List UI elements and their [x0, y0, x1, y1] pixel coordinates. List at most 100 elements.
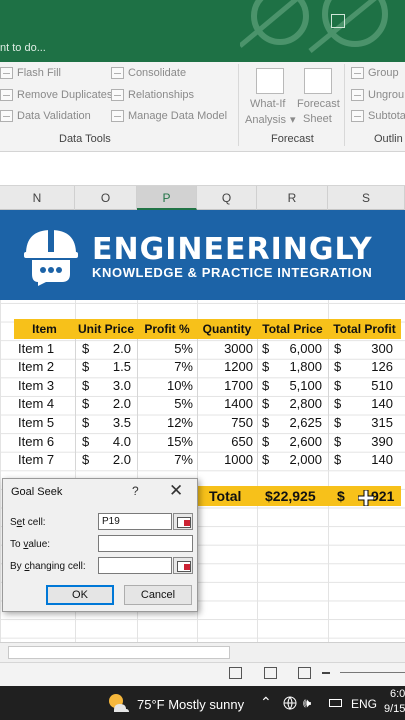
weather-text[interactable]: 75°F Mostly sunny [137, 697, 244, 712]
cell-pcur[interactable]: $ [334, 377, 348, 396]
zoom-out-icon[interactable] [322, 672, 330, 674]
cell-cur[interactable]: $ [82, 377, 96, 396]
cell-tprofit[interactable]: 126 [348, 358, 393, 377]
cell-tprofit[interactable]: 315 [348, 414, 393, 433]
column-header-n[interactable]: N [0, 186, 75, 210]
cell-cur[interactable]: $ [82, 358, 96, 377]
cell-tcur[interactable]: $ [262, 377, 276, 396]
to-value-input[interactable] [98, 535, 193, 552]
cell-qty[interactable]: 1400 [197, 395, 253, 414]
cell-price[interactable]: 3.5 [96, 414, 131, 433]
cell-pcur[interactable]: $ [334, 451, 348, 470]
manage-data-model-button[interactable]: Manage Data Model [111, 110, 227, 122]
column-header-o[interactable]: O [75, 186, 137, 210]
collapse-dialog-icon[interactable] [173, 557, 193, 574]
group-button[interactable]: Group [351, 67, 399, 79]
cell-price[interactable]: 2.0 [96, 451, 131, 470]
page-layout-icon[interactable] [264, 667, 277, 679]
cell-item[interactable]: Item 2 [18, 358, 75, 377]
cell-tcur[interactable]: $ [262, 451, 276, 470]
cell-pcur[interactable]: $ [334, 395, 348, 414]
cell-price[interactable]: 3.0 [96, 377, 131, 396]
cell-price[interactable]: 1.5 [96, 358, 131, 377]
cell-price[interactable]: 2.0 [96, 340, 131, 359]
cell-price[interactable]: 4.0 [96, 433, 131, 452]
cell-qty[interactable]: 1000 [197, 451, 253, 470]
cell-item[interactable]: Item 7 [18, 451, 75, 470]
cell-price[interactable]: 2.0 [96, 395, 131, 414]
scrollbar-track[interactable] [8, 646, 230, 659]
cell-profit[interactable]: 5% [137, 395, 193, 414]
cell-cur[interactable]: $ [82, 395, 96, 414]
remove-duplicates-button[interactable]: Remove Duplicates [0, 89, 112, 101]
cell-tprofit[interactable]: 390 [348, 433, 393, 452]
cell-total[interactable]: 2,625 [276, 414, 322, 433]
cell-item[interactable]: Item 3 [18, 377, 75, 396]
cell-total[interactable]: 6,000 [276, 340, 322, 359]
cell-tprofit[interactable]: 510 [348, 377, 393, 396]
cell-profit[interactable]: 12% [137, 414, 193, 433]
cell-qty[interactable]: 750 [197, 414, 253, 433]
cell-profit[interactable]: 10% [137, 377, 193, 396]
cell-cur[interactable]: $ [82, 451, 96, 470]
restore-window-icon[interactable] [331, 14, 345, 28]
what-if-analysis-button[interactable]: What-If [250, 98, 285, 110]
column-header-s[interactable]: S [328, 186, 405, 210]
cell-item[interactable]: Item 1 [18, 340, 75, 359]
cell-cur[interactable]: $ [82, 433, 96, 452]
cell-qty[interactable]: 1700 [197, 377, 253, 396]
help-icon[interactable]: ? [132, 484, 139, 498]
cell-profit[interactable]: 15% [137, 433, 193, 452]
cell-total[interactable]: 5,100 [276, 377, 322, 396]
cell-profit[interactable]: 7% [137, 358, 193, 377]
volume-icon[interactable]: 🕪 [303, 695, 311, 711]
ok-button[interactable]: OK [46, 585, 114, 605]
normal-view-icon[interactable] [229, 667, 242, 679]
cell-total[interactable]: 2,600 [276, 433, 322, 452]
network-globe-icon[interactable] [283, 696, 297, 710]
flash-fill-button[interactable]: Flash Fill [0, 67, 61, 79]
column-header-r[interactable]: R [257, 186, 328, 210]
relationships-button[interactable]: Relationships [111, 89, 194, 101]
collapse-dialog-icon[interactable] [173, 513, 193, 530]
cell-item[interactable]: Item 5 [18, 414, 75, 433]
clock-date[interactable]: 9/15 [384, 703, 405, 715]
cell-total[interactable]: 1,800 [276, 358, 322, 377]
zoom-slider[interactable] [340, 672, 405, 673]
cell-cur[interactable]: $ [82, 340, 96, 359]
changing-cell-input[interactable] [98, 557, 172, 574]
subtotal-button[interactable]: Subtota [351, 110, 405, 122]
cell-qty[interactable]: 1200 [197, 358, 253, 377]
total-price-value[interactable]: $22,925 [265, 486, 316, 506]
forecast-sheet-button[interactable]: Forecast [297, 98, 340, 110]
cell-item[interactable]: Item 6 [18, 433, 75, 452]
cell-pcur[interactable]: $ [334, 358, 348, 377]
cell-profit[interactable]: 5% [137, 340, 193, 359]
cell-tprofit[interactable]: 300 [348, 340, 393, 359]
ungroup-button[interactable]: Ungrou [351, 89, 404, 101]
cell-pcur[interactable]: $ [334, 433, 348, 452]
cell-pcur[interactable]: $ [334, 414, 348, 433]
consolidate-button[interactable]: Consolidate [111, 67, 186, 79]
column-header-p[interactable]: P [137, 186, 197, 210]
horizontal-scrollbar[interactable] [0, 642, 405, 662]
cell-tcur[interactable]: $ [262, 414, 276, 433]
cell-item[interactable]: Item 4 [18, 395, 75, 414]
chevron-up-icon[interactable]: ⌃ [260, 694, 272, 711]
cell-total[interactable]: 2,800 [276, 395, 322, 414]
column-header-q[interactable]: Q [197, 186, 257, 210]
total-profit-value[interactable]: 921 [371, 486, 394, 506]
cell-pcur[interactable]: $ [334, 340, 348, 359]
cell-total[interactable]: 2,000 [276, 451, 322, 470]
data-validation-button[interactable]: Data Validation [0, 110, 91, 122]
cell-tcur[interactable]: $ [262, 395, 276, 414]
cell-qty[interactable]: 650 [197, 433, 253, 452]
battery-icon[interactable] [329, 699, 342, 707]
page-break-preview-icon[interactable] [298, 667, 311, 679]
clock-time[interactable]: 6:0 [390, 688, 405, 700]
cancel-button[interactable]: Cancel [124, 585, 192, 605]
cell-tprofit[interactable]: 140 [348, 451, 393, 470]
tell-me-search[interactable]: nt to do... [0, 42, 46, 54]
cell-qty[interactable]: 3000 [197, 340, 253, 359]
cell-tcur[interactable]: $ [262, 433, 276, 452]
